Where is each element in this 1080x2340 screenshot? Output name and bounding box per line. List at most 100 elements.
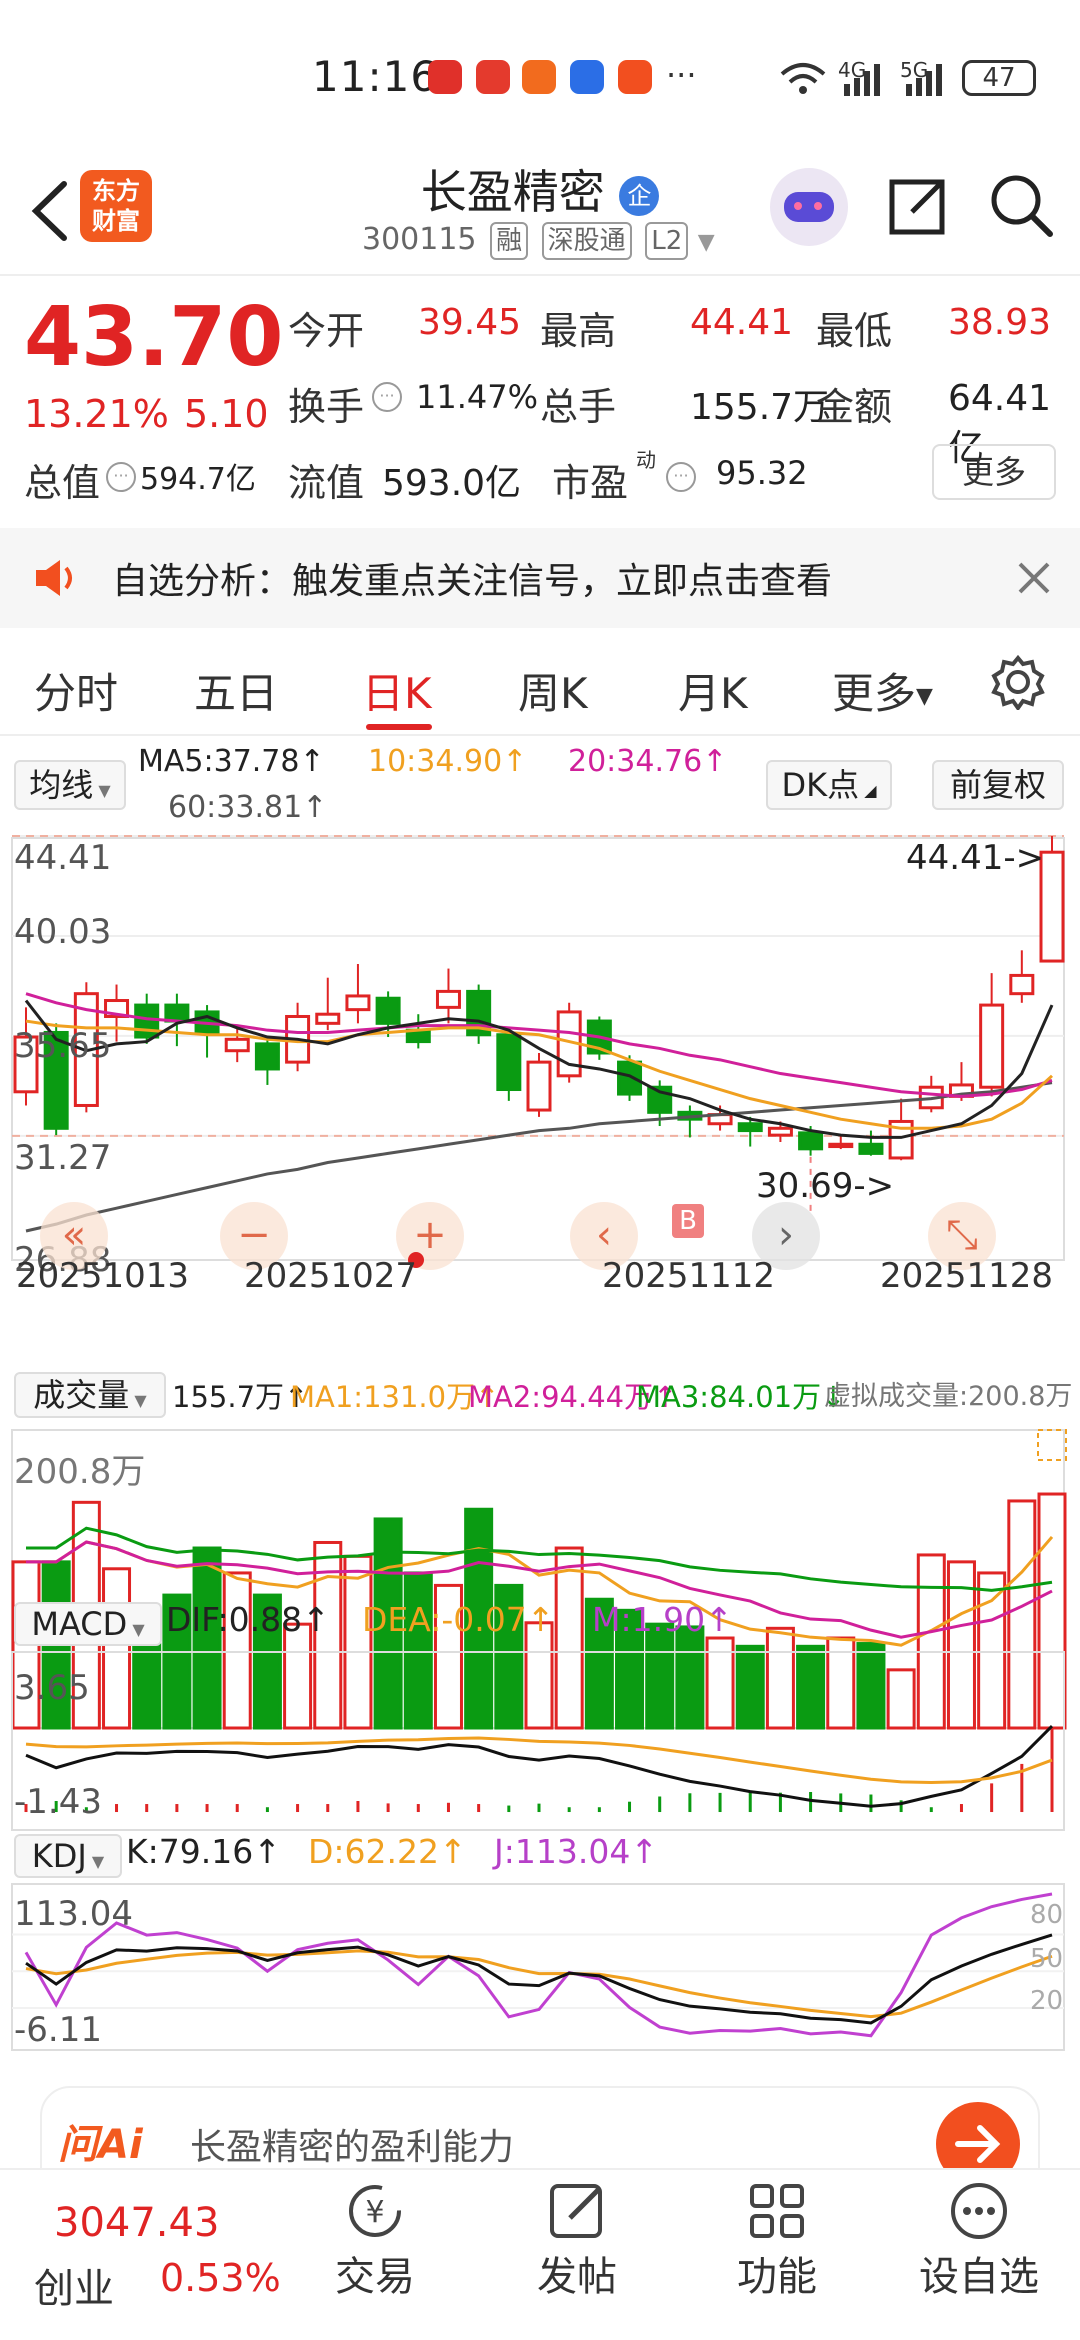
caret-down-icon: ▼	[916, 684, 933, 709]
enterprise-badge: 企	[619, 175, 660, 216]
caret-down-icon: ▼	[93, 781, 111, 800]
date-label: 20251128	[880, 1256, 1054, 1296]
volume-ma3-text: MA3:84.01万	[636, 1380, 822, 1414]
active-tab-indicator	[366, 724, 432, 730]
high-value: 44.41	[690, 302, 794, 343]
index-value[interactable]: 3047.43	[54, 2200, 219, 2246]
nav-trade[interactable]: 交易	[300, 2244, 450, 2302]
open-value: 39.45	[418, 302, 522, 343]
candle-up	[224, 1037, 250, 1053]
kdj-level-20: 20	[1030, 1986, 1064, 2016]
volume-bar-up	[916, 1553, 946, 1730]
ma5-text: MA5:37.78	[138, 744, 300, 779]
volume-value: 155.7万↑	[172, 1380, 309, 1414]
macd-m: M:1.90↑	[592, 1600, 733, 1639]
volume-bar-down	[403, 1571, 433, 1730]
macd-selector[interactable]: MACD ▼	[14, 1602, 162, 1646]
change-amount: 5.10	[184, 392, 269, 436]
candle-up	[315, 1012, 341, 1025]
divider	[0, 734, 1080, 736]
kdj-selector[interactable]: KDJ ▼	[14, 1834, 122, 1878]
kdj-y-label-bottom: -6.11	[14, 2010, 102, 2050]
kdj-d-text: D:62.22	[308, 1832, 440, 1871]
price-axis-label: 35.65	[14, 1026, 112, 1066]
tab-monthly-k[interactable]: 月K	[678, 660, 748, 721]
tab-daily-k[interactable]: 日K	[362, 660, 432, 721]
notification-icon	[522, 60, 556, 94]
amount-label: 金额	[816, 385, 893, 429]
more-quote-button[interactable]: 更多	[932, 444, 1056, 500]
stock-charts[interactable]	[0, 830, 1080, 2080]
tab-more[interactable]: 更多▼	[832, 660, 933, 721]
volume-ma3-line	[26, 1526, 1053, 1592]
tab-more-label: 更多	[832, 669, 917, 718]
volume-bar-up	[1007, 1499, 1037, 1730]
corner-icon: ◢	[859, 781, 877, 800]
info-icon[interactable]: ···	[666, 462, 696, 492]
ma-selector[interactable]: 均线 ▼	[14, 760, 126, 810]
change-percent: 13.21%	[24, 392, 169, 436]
share-icon[interactable]	[886, 176, 948, 238]
volume-bar-up	[886, 1668, 916, 1730]
dk-point-button[interactable]: DK点 ◢	[766, 760, 892, 810]
price-axis-label: 40.03	[14, 912, 112, 952]
chevron-down-icon[interactable]: ▼	[698, 230, 715, 255]
kdj-level-80: 80	[1030, 1900, 1064, 1930]
info-icon[interactable]: ···	[106, 462, 136, 492]
candle-down	[496, 1033, 522, 1092]
status-time: 11:16	[312, 52, 439, 101]
pe-value: 95.32	[716, 454, 808, 492]
candle-up	[435, 989, 461, 1009]
svg-text:¥: ¥	[365, 2195, 384, 2230]
more-dots-icon[interactable]	[948, 2180, 1010, 2242]
trade-yen-icon[interactable]: ¥	[342, 2180, 408, 2242]
adjust-button[interactable]: 前复权	[932, 760, 1064, 810]
pe-label: 市盈	[552, 461, 629, 505]
macd-selector-label: MACD	[31, 1605, 128, 1643]
candle-down	[858, 1142, 884, 1155]
assistant-avatar[interactable]	[770, 168, 848, 246]
low-label: 最低	[816, 309, 893, 353]
close-icon[interactable]	[1016, 560, 1052, 596]
settings-gear-icon[interactable]	[990, 654, 1046, 710]
tab-five-day[interactable]: 五日	[194, 660, 278, 721]
high-marker: 44.41->	[906, 838, 1045, 878]
candle-down	[617, 1060, 643, 1096]
virtual-volume-box	[1037, 1429, 1067, 1461]
ma20-value: 20:34.76↑	[568, 744, 728, 779]
nav-add-watchlist[interactable]: 设自选	[904, 2244, 1054, 2302]
volume-selector[interactable]: 成交量 ▼	[14, 1372, 166, 1418]
macd-dif: DIF:0.88↑	[166, 1600, 330, 1639]
macd-dif-text: DIF:0.88	[166, 1600, 303, 1639]
tab-intraday[interactable]: 分时	[34, 660, 118, 721]
post-edit-icon[interactable]	[546, 2180, 608, 2242]
index-change[interactable]: 0.53%	[160, 2256, 281, 2300]
buy-signal-marker[interactable]: B	[672, 1204, 704, 1238]
nav-post[interactable]: 发帖	[502, 2244, 652, 2302]
stock-code: 300115	[362, 222, 477, 257]
float-cap-value: 593.0亿	[382, 463, 522, 504]
info-icon[interactable]: ···	[372, 382, 402, 412]
ma10-value: 10:34.90↑	[368, 744, 528, 779]
index-name[interactable]: 创业	[34, 2256, 114, 2314]
volume-bar-up	[222, 1571, 252, 1730]
kdj-d: D:62.22↑	[308, 1832, 467, 1871]
volume-bar-down	[735, 1644, 765, 1730]
alert-banner[interactable]: 自选分析：触发重点关注信号，立即点击查看	[0, 528, 1080, 628]
search-icon[interactable]	[988, 172, 1054, 238]
volume-bar-down	[796, 1644, 826, 1730]
nav-functions[interactable]: 功能	[702, 2244, 852, 2302]
speaker-icon	[36, 560, 72, 596]
candle-down	[164, 1003, 190, 1023]
kdj-k: K:79.16↑	[126, 1832, 281, 1871]
pe-dynamic-sup: 动	[636, 448, 656, 472]
ai-prompt: 长盈精密的盈利能力	[190, 2127, 515, 2168]
ma20-text: 20:34.76	[568, 744, 703, 779]
turnover-label: 换手	[288, 385, 365, 429]
volume-bar-down	[675, 1625, 705, 1730]
macd-y-label-bottom: -1.43	[14, 1782, 102, 1822]
macd-m-text: M:1.90	[592, 1600, 706, 1639]
alert-text: 自选分析：触发重点关注信号，立即点击查看	[112, 561, 833, 602]
functions-grid-icon[interactable]	[746, 2180, 808, 2242]
tab-weekly-k[interactable]: 周K	[518, 660, 588, 721]
